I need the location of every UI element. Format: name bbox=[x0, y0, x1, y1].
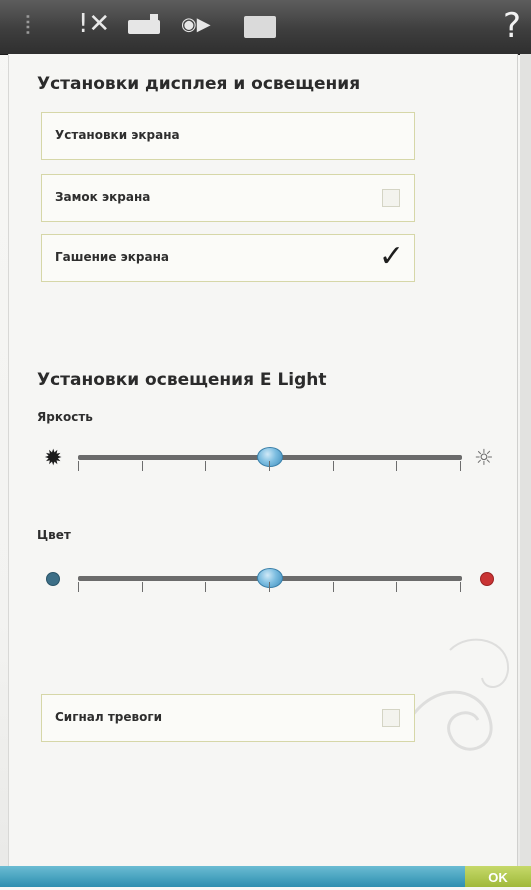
slider-tick bbox=[205, 582, 206, 592]
brightness-slider[interactable] bbox=[78, 446, 462, 474]
screen-settings-label: Установки экрана bbox=[55, 128, 180, 142]
slider-tick bbox=[142, 582, 143, 592]
color-slider[interactable] bbox=[78, 567, 462, 595]
brightness-low-icon: ✹ bbox=[44, 446, 63, 471]
slider-thumb[interactable] bbox=[257, 568, 283, 588]
screen-lock-row[interactable]: Замок экрана bbox=[41, 174, 415, 222]
slider-tick bbox=[142, 461, 143, 471]
cool-color-icon bbox=[46, 572, 60, 586]
slider-tick bbox=[333, 461, 334, 471]
screen-settings-row[interactable]: Установки экрана bbox=[41, 112, 415, 160]
slider-tick bbox=[269, 582, 270, 592]
color-label: Цвет bbox=[37, 528, 71, 542]
brightness-label: Яркость bbox=[37, 410, 93, 424]
slider-tick bbox=[269, 461, 270, 471]
alarm-signal-label: Сигнал тревоги bbox=[55, 710, 163, 724]
slider-thumb[interactable] bbox=[257, 447, 283, 467]
presser-foot-icon[interactable] bbox=[128, 14, 160, 34]
scrollbar[interactable] bbox=[520, 54, 531, 866]
card-icon[interactable] bbox=[244, 16, 276, 38]
display-settings-title: Установки дисплея и освещения bbox=[37, 74, 361, 94]
slider-tick bbox=[78, 582, 79, 592]
screen-dimming-label: Гашение экрана bbox=[55, 250, 169, 264]
checkmark-icon[interactable]: ✓ bbox=[379, 239, 404, 275]
top-toolbar: ⦙ !✕ ◉▶ ? bbox=[0, 0, 531, 55]
alarm-signal-row[interactable]: Сигнал тревоги bbox=[41, 694, 415, 742]
slider-tick bbox=[396, 582, 397, 592]
slider-tick bbox=[460, 582, 461, 592]
slider-tick bbox=[396, 461, 397, 471]
slider-tick bbox=[333, 582, 334, 592]
help-icon[interactable]: ? bbox=[503, 6, 521, 46]
screen-lock-label: Замок экрана bbox=[55, 190, 151, 204]
slider-tick bbox=[460, 461, 461, 471]
slider-tick bbox=[78, 461, 79, 471]
warm-color-icon bbox=[480, 572, 494, 586]
scissors-icon[interactable]: !✕ bbox=[78, 9, 110, 39]
alarm-signal-checkbox[interactable] bbox=[382, 709, 400, 727]
ok-button[interactable]: OK bbox=[465, 866, 531, 887]
slider-tick bbox=[205, 461, 206, 471]
bottom-bar bbox=[0, 866, 531, 887]
grip-icon[interactable]: ⦙ bbox=[25, 11, 31, 42]
screen-dimming-row[interactable]: Гашение экрана ✓ bbox=[41, 234, 415, 282]
screen-lock-checkbox[interactable] bbox=[382, 189, 400, 207]
sound-icon[interactable]: ◉▶ bbox=[181, 14, 211, 35]
elight-settings-title: Установки освещения E Light bbox=[37, 370, 327, 390]
brightness-high-icon: ☼ bbox=[474, 446, 494, 471]
